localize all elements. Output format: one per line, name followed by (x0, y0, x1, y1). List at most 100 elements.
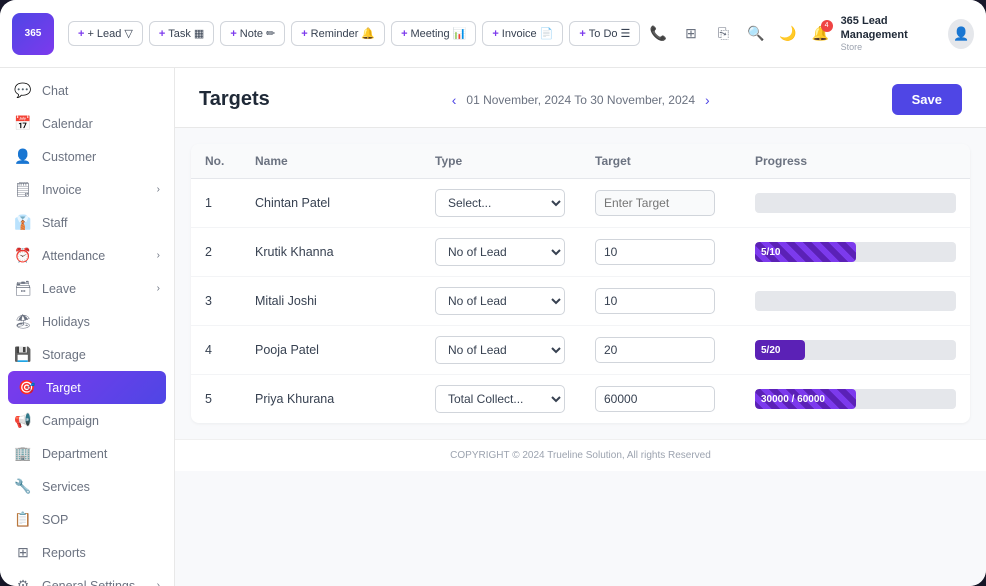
user-info: 365 Lead Management Store (841, 15, 943, 51)
sop-icon: 📋 (14, 511, 32, 528)
cell-name: Pooja Patel (241, 326, 421, 375)
table-body: 1Chintan PatelSelect...No of LeadTotal C… (191, 179, 970, 424)
user-area[interactable]: 365 Lead Management Store 👤 (841, 15, 974, 51)
next-date-button[interactable]: › (705, 92, 710, 108)
sidebar-item-customer[interactable]: 👤 Customer (0, 140, 174, 173)
top-icons: 📞 ⊞ ⎘ 🔍 🌙 🔔 4 365 Lead Management Store … (646, 15, 974, 51)
chevron-right-icon: › (157, 184, 160, 195)
sidebar-item-chat[interactable]: 💬 Chat (0, 74, 174, 107)
sidebar-item-holidays[interactable]: 🏖 Holidays (0, 305, 174, 338)
cell-name: Mitali Joshi (241, 277, 421, 326)
date-nav: ‹ 01 November, 2024 To 30 November, 2024… (452, 92, 710, 108)
cell-type: Total Collect...No of LeadSelect... (421, 375, 581, 424)
content-area: Targets ‹ 01 November, 2024 To 30 Novemb… (175, 68, 986, 586)
main-content: 💬 Chat 📅 Calendar 👤 Customer 🗒 Invoice › (0, 68, 986, 586)
table-row: 3Mitali Joshi No of LeadTotal Collect...S… (191, 277, 970, 326)
cell-no: 5 (191, 375, 241, 424)
cell-no: 4 (191, 326, 241, 375)
type-select[interactable]: No of LeadTotal Collect...Select... (435, 287, 565, 315)
progress-bar-container: 5/10 (755, 242, 956, 262)
target-input[interactable] (595, 239, 715, 265)
add-note-button[interactable]: + Note ✏ (220, 21, 285, 46)
search-icon[interactable]: 🔍 (743, 20, 767, 48)
cell-progress (741, 179, 970, 228)
sidebar-item-staff[interactable]: 👔 Staff (0, 206, 174, 239)
target-input[interactable] (595, 337, 715, 363)
sidebar: 💬 Chat 📅 Calendar 👤 Customer 🗒 Invoice › (0, 68, 175, 586)
sidebar-item-leave[interactable]: 🗃 Leave › (0, 272, 174, 305)
save-button[interactable]: Save (892, 84, 962, 115)
progress-bar-container: 5/20 (755, 340, 956, 360)
grid-icon[interactable]: ⊞ (679, 20, 703, 48)
cell-type: No of LeadTotal Collect...Select... (421, 228, 581, 277)
footer: COPYRIGHT © 2024 Trueline Solution, All … (175, 439, 986, 471)
sidebar-item-target[interactable]: 🎯 Target (8, 371, 166, 404)
table-row: 1Chintan PatelSelect...No of LeadTotal C… (191, 179, 970, 228)
add-task-button[interactable]: + Task ▦ (149, 21, 214, 46)
type-select[interactable]: No of LeadTotal Collect...Select... (435, 336, 565, 364)
chat-icon: 💬 (14, 82, 32, 99)
cell-progress: 30000 / 60000 (741, 375, 970, 424)
type-select[interactable]: Select...No of LeadTotal Collect... (435, 189, 565, 217)
sidebar-item-attendance[interactable]: ⏰ Attendance › (0, 239, 174, 272)
cell-progress: 5/10 (741, 228, 970, 277)
cell-name: Priya Khurana (241, 375, 421, 424)
copyright-text: COPYRIGHT © 2024 Trueline Solution, All … (450, 450, 711, 461)
sidebar-item-department[interactable]: 🏢 Department (0, 437, 174, 470)
attendance-icon: ⏰ (14, 247, 32, 264)
leave-icon: 🗃 (14, 280, 32, 297)
copy-icon[interactable]: ⎘ (711, 20, 735, 48)
add-invoice-button[interactable]: + Invoice 📄 (482, 21, 563, 46)
target-input[interactable] (595, 288, 715, 314)
cell-target (581, 375, 741, 424)
sidebar-item-campaign[interactable]: 📢 Campaign (0, 404, 174, 437)
type-select[interactable]: Total Collect...No of LeadSelect... (435, 385, 565, 413)
progress-label: 30000 / 60000 (755, 389, 956, 409)
sidebar-item-invoice[interactable]: 🗒 Invoice › (0, 173, 174, 206)
invoice-icon: 🗒 (14, 181, 32, 198)
sidebar-item-services[interactable]: 🔧 Services (0, 470, 174, 503)
cell-progress (741, 277, 970, 326)
prev-date-button[interactable]: ‹ (452, 92, 457, 108)
add-meeting-button[interactable]: + Meeting 📊 (391, 21, 476, 46)
cell-type: No of LeadTotal Collect...Select... (421, 326, 581, 375)
customer-icon: 👤 (14, 148, 32, 165)
page-header: Targets ‹ 01 November, 2024 To 30 Novemb… (175, 68, 986, 128)
sidebar-item-general-settings[interactable]: ⚙ General Settings › (0, 569, 174, 586)
settings-icon: ⚙ (14, 577, 32, 586)
chevron-right-icon: › (157, 250, 160, 261)
chevron-right-icon: › (157, 580, 160, 586)
col-header-no: No. (191, 144, 241, 179)
targets-table-container: No. Name Type Target Progress 1Chintan P… (191, 144, 970, 423)
progress-label: 5/10 (755, 242, 956, 262)
cell-target (581, 179, 741, 228)
target-input[interactable] (595, 386, 715, 412)
reports-icon: ⊞ (14, 544, 32, 561)
top-bar: 365 + + Lead ▽ + Task ▦ + Note ✏ + Remin… (0, 0, 986, 68)
campaign-icon: 📢 (14, 412, 32, 429)
cell-target (581, 228, 741, 277)
phone-icon[interactable]: 📞 (646, 20, 670, 48)
notification-badge: 4 (821, 20, 833, 32)
notification-icon[interactable]: 🔔 4 (808, 20, 832, 48)
app-screen: 365 + + Lead ▽ + Task ▦ + Note ✏ + Remin… (0, 0, 986, 586)
sidebar-item-calendar[interactable]: 📅 Calendar (0, 107, 174, 140)
target-input[interactable] (595, 190, 715, 216)
add-lead-button[interactable]: + + Lead ▽ (68, 21, 143, 46)
add-todo-button[interactable]: + To Do ☰ (569, 21, 640, 46)
moon-icon[interactable]: 🌙 (776, 20, 800, 48)
sidebar-item-reports[interactable]: ⊞ Reports (0, 536, 174, 569)
sidebar-item-sop[interactable]: 📋 SOP (0, 503, 174, 536)
add-reminder-button[interactable]: + Reminder 🔔 (291, 21, 385, 46)
target-icon: 🎯 (18, 379, 36, 396)
department-icon: 🏢 (14, 445, 32, 462)
cell-no: 2 (191, 228, 241, 277)
sidebar-item-storage[interactable]: 💾 Storage (0, 338, 174, 371)
cell-no: 3 (191, 277, 241, 326)
type-select[interactable]: No of LeadTotal Collect...Select... (435, 238, 565, 266)
date-range-label: 01 November, 2024 To 30 November, 2024 (466, 93, 695, 107)
progress-bar-container: 30000 / 60000 (755, 389, 956, 409)
col-header-target: Target (581, 144, 741, 179)
col-header-type: Type (421, 144, 581, 179)
progress-bar-container (755, 291, 956, 311)
